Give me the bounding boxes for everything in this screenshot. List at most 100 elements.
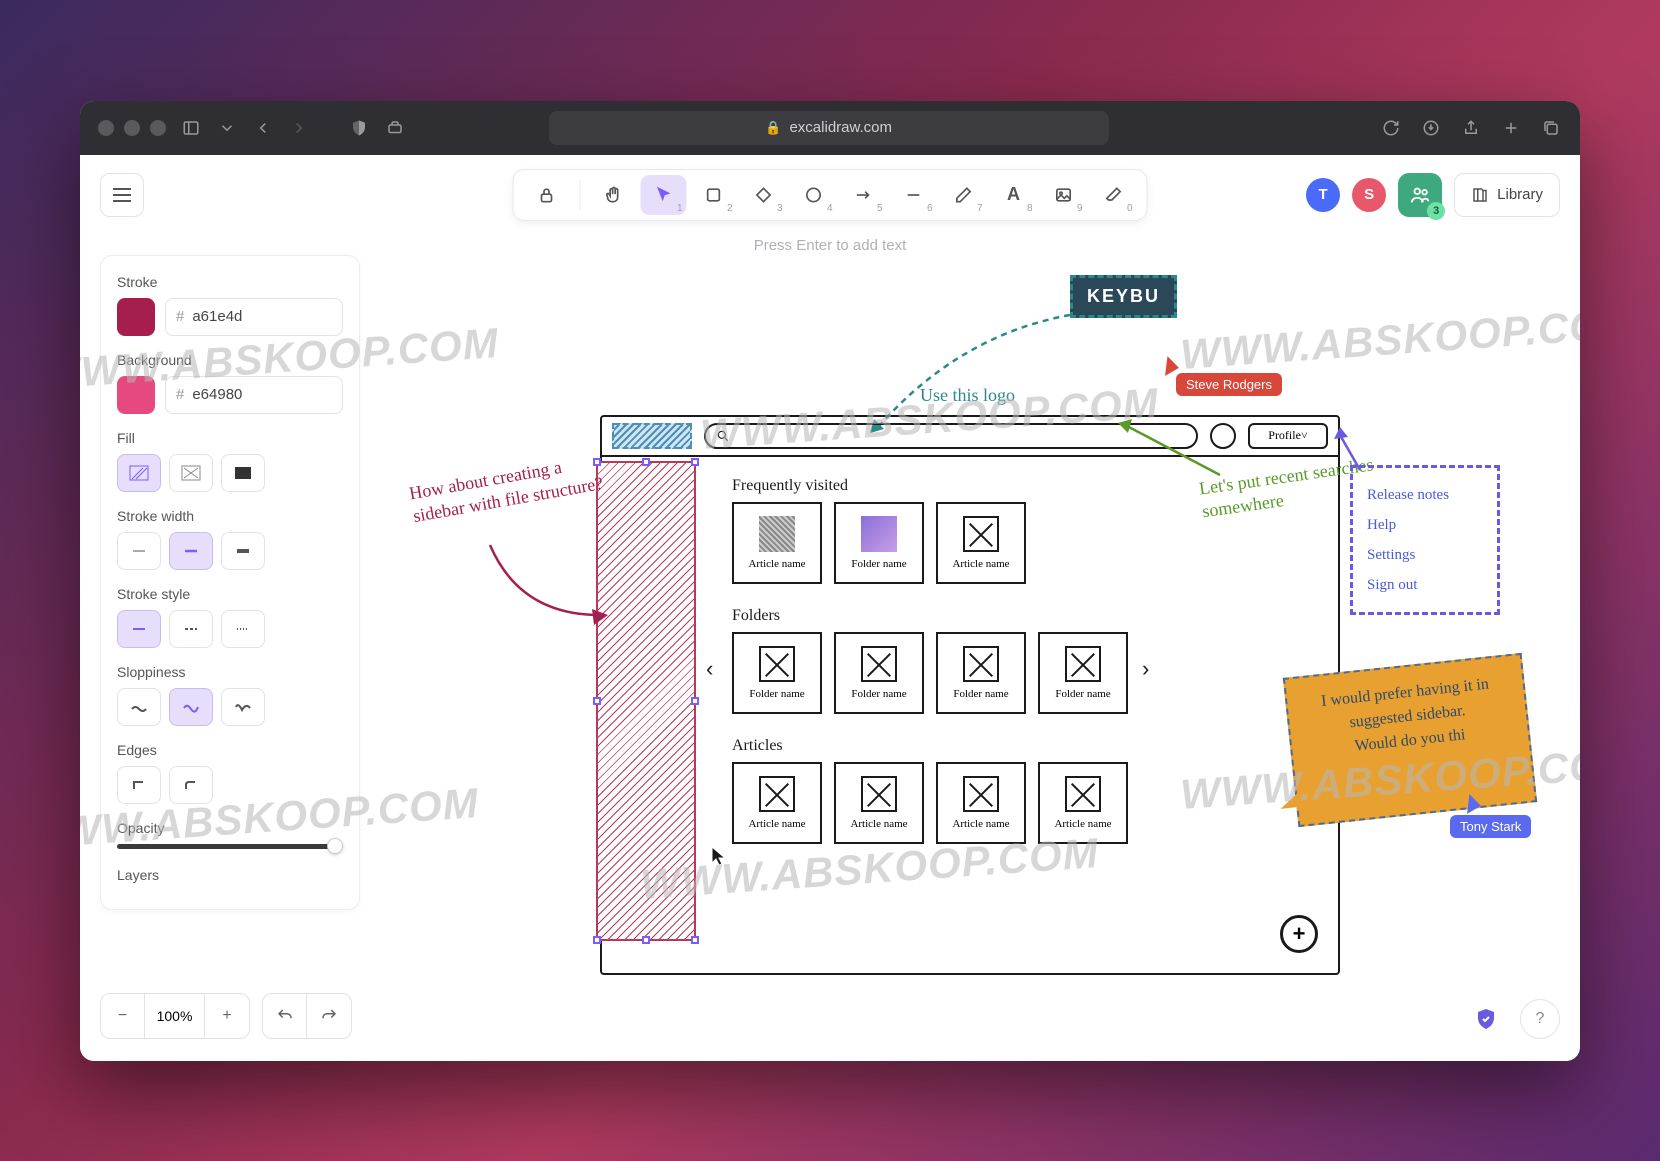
lock-icon: 🔒: [765, 120, 781, 136]
style-dashed[interactable]: [169, 610, 213, 648]
download-icon[interactable]: [1420, 117, 1442, 139]
slop-cartoonist[interactable]: [221, 688, 265, 726]
tool-hand[interactable]: [591, 175, 637, 215]
undo-button[interactable]: [263, 994, 307, 1038]
sticky-note[interactable]: I would prefer having it in suggested si…: [1283, 652, 1537, 826]
wf-next-arrow[interactable]: ›: [1142, 657, 1162, 681]
tool-text[interactable]: A8: [991, 175, 1037, 215]
shield-icon[interactable]: [348, 117, 370, 139]
tool-lock[interactable]: [524, 175, 570, 215]
wf-logo-placeholder[interactable]: [612, 423, 692, 449]
fill-label: Fill: [117, 430, 343, 446]
fill-hachure[interactable]: [117, 454, 161, 492]
tool-arrow[interactable]: 5: [841, 175, 887, 215]
tool-diamond[interactable]: 3: [741, 175, 787, 215]
tabs-icon[interactable]: [1540, 117, 1562, 139]
url-bar[interactable]: 🔒 excalidraw.com: [549, 111, 1109, 145]
collaborator-avatar[interactable]: S: [1352, 178, 1386, 212]
menu-button[interactable]: [100, 173, 144, 217]
style-solid[interactable]: [117, 610, 161, 648]
edges-label: Edges: [117, 742, 343, 758]
traffic-lights[interactable]: [98, 120, 166, 136]
tool-image[interactable]: 9: [1041, 175, 1087, 215]
wf-section-frequently[interactable]: Frequently visited: [732, 477, 848, 495]
chevron-down-icon[interactable]: [216, 117, 238, 139]
collaborator-avatar[interactable]: T: [1306, 178, 1340, 212]
wf-profile-dropdown[interactable]: Profile ˅: [1248, 423, 1328, 449]
wf-card[interactable]: Folder name: [834, 632, 924, 714]
cursor-steve: [1157, 354, 1179, 376]
wf-section-articles[interactable]: Articles: [732, 737, 783, 755]
wf-card[interactable]: Article name: [936, 762, 1026, 844]
zoom-in[interactable]: +: [205, 994, 249, 1038]
wf-card[interactable]: Folder name: [1038, 632, 1128, 714]
stroke-style-label: Stroke style: [117, 586, 343, 602]
bottom-right-controls: ?: [1466, 999, 1560, 1039]
background-swatch[interactable]: [117, 376, 155, 414]
browser-titlebar: 🔒 excalidraw.com: [80, 101, 1580, 155]
tool-eraser[interactable]: 0: [1091, 175, 1137, 215]
tool-selection[interactable]: 1: [641, 175, 687, 215]
new-tab-icon[interactable]: [1500, 117, 1522, 139]
slop-architect[interactable]: [117, 688, 161, 726]
wf-sidebar-selected[interactable]: [596, 461, 696, 941]
share-icon[interactable]: [1460, 117, 1482, 139]
wf-card[interactable]: Article name: [732, 502, 822, 584]
stroke-thick[interactable]: [221, 532, 265, 570]
collaboration-button[interactable]: 3: [1398, 173, 1442, 217]
fill-cross[interactable]: [169, 454, 213, 492]
layers-label: Layers: [117, 867, 343, 883]
tool-ellipse[interactable]: 4: [791, 175, 837, 215]
tool-rectangle[interactable]: 2: [691, 175, 737, 215]
stroke-swatch[interactable]: [117, 298, 155, 336]
wf-card[interactable]: Article name: [1038, 762, 1128, 844]
background-hex-input[interactable]: #e64980: [165, 376, 343, 414]
wf-dropdown-menu[interactable]: Release notes Help Settings Sign out: [1350, 465, 1500, 615]
stroke-hex-input[interactable]: #a61e4d: [165, 298, 343, 336]
edge-round[interactable]: [169, 766, 213, 804]
canvas[interactable]: KEYBU Use this logo Steve Rodgers Profil…: [390, 265, 1550, 971]
wf-section-folders[interactable]: Folders: [732, 607, 780, 625]
forward-icon: [288, 117, 310, 139]
wf-card[interactable]: Article name: [936, 502, 1026, 584]
wf-card[interactable]: Folder name: [936, 632, 1026, 714]
tool-draw[interactable]: 7: [941, 175, 987, 215]
bottom-left-controls: − 100% +: [100, 993, 352, 1039]
library-label: Library: [1497, 186, 1543, 203]
help-button[interactable]: ?: [1520, 999, 1560, 1039]
wf-card[interactable]: Folder name: [834, 502, 924, 584]
back-icon[interactable]: [252, 117, 274, 139]
wf-prev-arrow[interactable]: ‹: [706, 657, 726, 681]
tool-toolbar: 1 2 3 4 5 6 7 A8 9 0: [513, 169, 1148, 221]
wf-card[interactable]: Article name: [732, 762, 822, 844]
shield-badge-icon[interactable]: [1466, 999, 1506, 1039]
cursor-label-tony: Tony Stark: [1450, 815, 1531, 838]
edge-sharp[interactable]: [117, 766, 161, 804]
properties-panel: Stroke #a61e4d Background #e64980 Fill S…: [100, 255, 360, 910]
zoom-level[interactable]: 100%: [145, 994, 205, 1038]
annotation-logo[interactable]: Use this logo: [920, 385, 1015, 406]
style-dotted[interactable]: [221, 610, 265, 648]
fill-solid[interactable]: [221, 454, 265, 492]
redo-button[interactable]: [307, 994, 351, 1038]
stroke-width-label: Stroke width: [117, 508, 343, 524]
extensions-icon[interactable]: [384, 117, 406, 139]
stroke-label: Stroke: [117, 274, 343, 290]
keybu-logo-box[interactable]: KEYBU: [1070, 275, 1177, 318]
wf-card[interactable]: Folder name: [732, 632, 822, 714]
zoom-out[interactable]: −: [101, 994, 145, 1038]
opacity-slider[interactable]: [117, 844, 343, 849]
canvas-hint: Press Enter to add text: [754, 237, 907, 254]
stroke-med[interactable]: [169, 532, 213, 570]
tool-line[interactable]: 6: [891, 175, 937, 215]
slop-artist[interactable]: [169, 688, 213, 726]
wf-fab[interactable]: +: [1280, 915, 1318, 953]
sidebar-toggle-icon[interactable]: [180, 117, 202, 139]
stroke-thin[interactable]: [117, 532, 161, 570]
library-button[interactable]: Library: [1454, 173, 1560, 217]
reload-icon[interactable]: [1380, 117, 1402, 139]
collab-count: 3: [1427, 202, 1445, 220]
annotation-sidebar[interactable]: How about creating a sidebar with file s…: [407, 447, 612, 528]
wf-card[interactable]: Article name: [834, 762, 924, 844]
right-controls: T S 3 Library: [1306, 173, 1560, 217]
